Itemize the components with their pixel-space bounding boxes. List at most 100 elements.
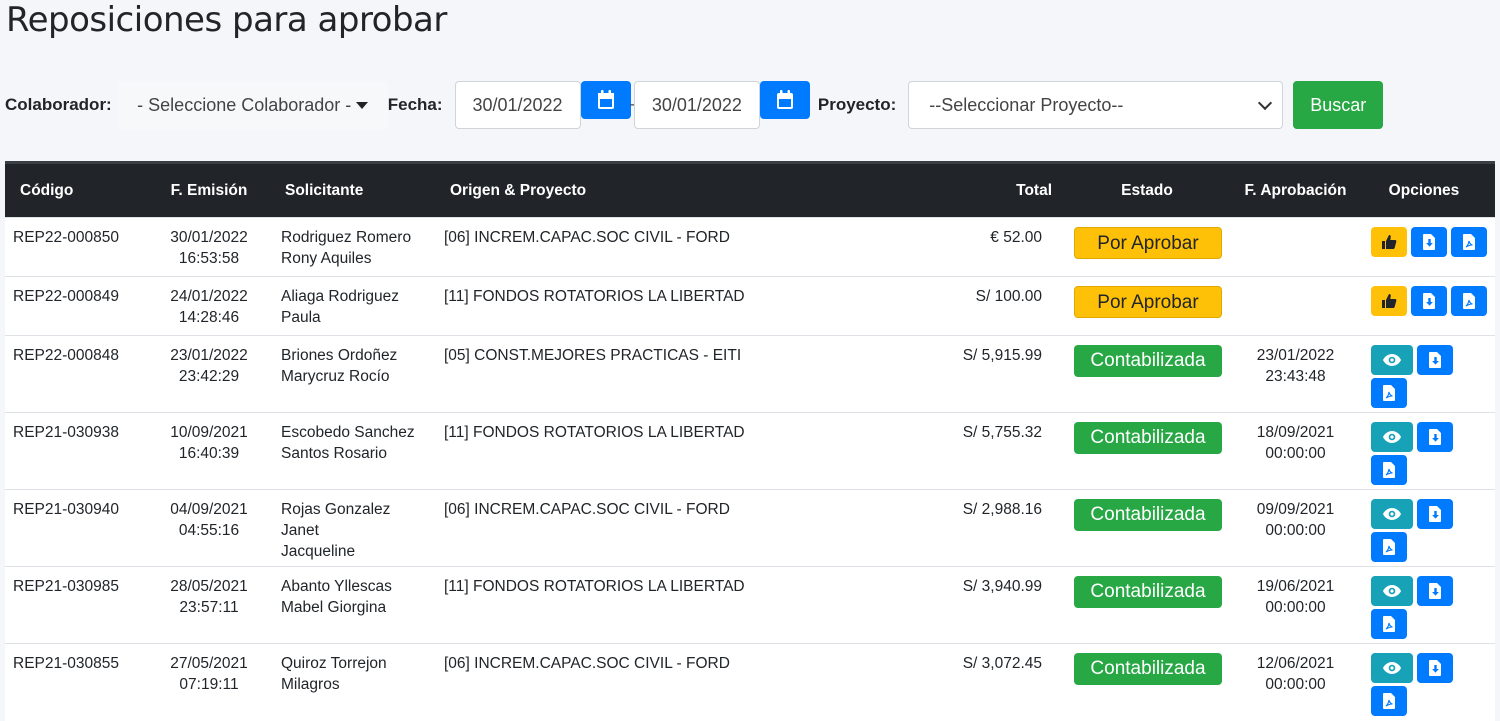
cell-estado: Por Aprobar xyxy=(1066,276,1228,336)
buscar-button[interactable]: Buscar xyxy=(1293,81,1384,129)
aprobacion-time: 00:00:00 xyxy=(1265,676,1326,693)
solicitante-line2: Jacqueline xyxy=(281,543,356,560)
cell-codigo: REP22-000848 xyxy=(5,335,145,413)
eye-icon xyxy=(1383,431,1401,443)
cell-origen: [11] FONDOS ROTATORIOS LA LIBERTAD xyxy=(436,276,906,336)
status-badge: Contabilizada xyxy=(1074,653,1222,685)
cell-emision: 27/05/2021 07:19:11 xyxy=(145,643,273,721)
table-header-row: Código F. Emisión Solicitante Origen & P… xyxy=(5,161,1495,218)
page-title: Reposiciones para aprobar xyxy=(6,0,447,40)
view-button[interactable] xyxy=(1371,576,1413,606)
view-button[interactable] xyxy=(1371,422,1413,452)
cell-total: € 52.00 xyxy=(906,217,1066,277)
date-from-calendar-button[interactable] xyxy=(580,81,631,119)
cell-estado: Contabilizada xyxy=(1066,566,1228,644)
status-badge: Contabilizada xyxy=(1074,576,1222,608)
cell-codigo: REP22-000850 xyxy=(5,217,145,277)
aprobacion-time: 00:00:00 xyxy=(1265,599,1326,616)
pdf-icon xyxy=(1382,385,1395,401)
status-badge: Por Aprobar xyxy=(1074,227,1222,259)
solicitante-line1: Abanto Yllescas xyxy=(281,578,392,595)
row-actions xyxy=(1371,422,1491,485)
pdf-button[interactable] xyxy=(1451,286,1487,316)
download-button[interactable] xyxy=(1417,499,1453,529)
eye-icon xyxy=(1383,662,1401,674)
download-button[interactable] xyxy=(1417,653,1453,683)
cell-solicitante: Rodriguez Romero Rony Aquiles xyxy=(273,217,436,277)
col-opciones: Opciones xyxy=(1363,161,1495,218)
cell-total: S/ 3,072.45 xyxy=(906,643,1066,721)
pdf-button[interactable] xyxy=(1371,378,1407,408)
colaborador-dropdown[interactable]: - Seleccione Colaborador - xyxy=(117,81,388,129)
cell-solicitante: Quiroz Torrejon Milagros xyxy=(273,643,436,721)
cell-total: S/ 5,755.32 xyxy=(906,412,1066,490)
eye-icon xyxy=(1383,354,1401,366)
emision-time: 23:57:11 xyxy=(179,599,239,616)
cell-aprobacion: 12/06/2021 00:00:00 xyxy=(1228,643,1363,721)
cell-opciones xyxy=(1363,489,1495,567)
approve-button[interactable] xyxy=(1371,286,1407,316)
date-to-input[interactable]: 30/01/2022 xyxy=(633,81,760,129)
cell-estado: Por Aprobar xyxy=(1066,217,1228,277)
row-actions xyxy=(1371,286,1491,316)
row-actions xyxy=(1371,499,1491,562)
status-badge: Contabilizada xyxy=(1074,499,1222,531)
table-row: REP22-000850 30/01/2022 16:53:58 Rodriguez … xyxy=(5,217,1495,277)
cell-solicitante: Briones Ordoñez Marycruz Rocío xyxy=(273,335,436,413)
cell-aprobacion xyxy=(1228,276,1363,336)
pdf-button[interactable] xyxy=(1371,686,1407,716)
thumbs-up-icon xyxy=(1382,235,1397,249)
col-emision[interactable]: F. Emisión xyxy=(145,161,273,218)
solicitante-line1: Rodriguez Romero xyxy=(281,229,412,246)
col-estado[interactable]: Estado xyxy=(1066,161,1228,218)
col-solicitante[interactable]: Solicitante xyxy=(273,161,436,218)
aprobacion-date: 18/09/2021 xyxy=(1256,424,1335,441)
aprobacion-date: 12/06/2021 xyxy=(1256,655,1335,672)
row-actions xyxy=(1371,653,1491,716)
col-codigo[interactable]: Código xyxy=(5,161,145,218)
emision-date: 04/09/2021 xyxy=(170,501,248,518)
download-icon xyxy=(1428,352,1441,368)
view-button[interactable] xyxy=(1371,653,1413,683)
approve-button[interactable] xyxy=(1371,227,1407,257)
cell-estado: Contabilizada xyxy=(1066,643,1228,721)
colaborador-value: - Seleccione Colaborador - xyxy=(137,94,352,115)
cell-aprobacion: 19/06/2021 00:00:00 xyxy=(1228,566,1363,644)
download-button[interactable] xyxy=(1417,576,1453,606)
download-button[interactable] xyxy=(1411,227,1447,257)
date-from-input[interactable]: 30/01/2022 xyxy=(454,81,581,129)
cell-opciones xyxy=(1363,335,1495,413)
caret-down-icon xyxy=(356,101,369,109)
cell-total: S/ 2,988.16 xyxy=(906,489,1066,567)
col-aprobacion[interactable]: F. Aprobación xyxy=(1228,161,1363,218)
emision-date: 28/05/2021 xyxy=(170,578,248,595)
view-button[interactable] xyxy=(1371,499,1413,529)
pdf-icon xyxy=(1462,293,1475,309)
cell-origen: [11] FONDOS ROTATORIOS LA LIBERTAD xyxy=(436,566,906,644)
table-row: REP21-030940 04/09/2021 04:55:16 Rojas Gonz… xyxy=(5,489,1495,567)
cell-estado: Contabilizada xyxy=(1066,489,1228,567)
cell-total: S/ 3,940.99 xyxy=(906,566,1066,644)
download-icon xyxy=(1422,234,1435,250)
cell-emision: 30/01/2022 16:53:58 xyxy=(145,217,273,277)
proyecto-select[interactable]: --Seleccionar Proyecto-- xyxy=(908,81,1284,129)
pdf-button[interactable] xyxy=(1371,455,1407,485)
download-icon xyxy=(1422,293,1435,309)
emision-date: 30/01/2022 xyxy=(170,229,248,246)
pdf-button[interactable] xyxy=(1371,609,1407,639)
cell-opciones xyxy=(1363,643,1495,721)
download-button[interactable] xyxy=(1417,345,1453,375)
col-total[interactable]: Total xyxy=(906,161,1066,218)
download-icon xyxy=(1428,429,1441,445)
pdf-icon xyxy=(1462,234,1475,250)
col-origen[interactable]: Origen & Proyecto xyxy=(436,161,906,218)
download-button[interactable] xyxy=(1417,422,1453,452)
pdf-button[interactable] xyxy=(1451,227,1487,257)
solicitante-line2: Santos Rosario xyxy=(281,445,387,462)
date-to-calendar-button[interactable] xyxy=(759,81,810,119)
download-button[interactable] xyxy=(1411,286,1447,316)
cell-opciones xyxy=(1363,412,1495,490)
view-button[interactable] xyxy=(1371,345,1413,375)
status-badge: Contabilizada xyxy=(1074,345,1222,377)
pdf-button[interactable] xyxy=(1371,532,1407,562)
